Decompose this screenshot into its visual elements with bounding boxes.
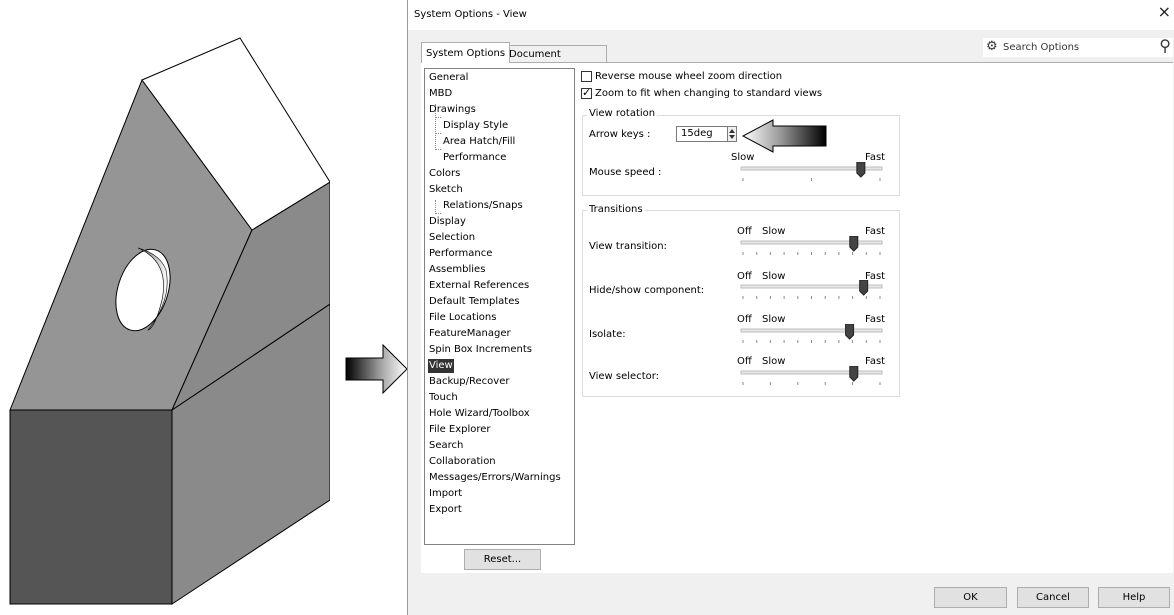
transitions-title: Transitions [587,204,645,216]
tab-system-options[interactable]: System Options [421,42,511,63]
reset-button[interactable]: Reset... [464,549,541,570]
hide-show-label: Hide/show component: [589,285,705,296]
slider-track [740,370,883,375]
slider-track [740,240,883,245]
spin-arrows-icon [729,129,735,139]
view-selector-slider[interactable] [739,365,884,388]
sidebar-item-sketch[interactable]: Sketch [429,183,463,197]
cancel-button[interactable]: Cancel [1017,587,1089,608]
gear-icon: ⚙ [986,39,998,54]
sidebar-item-export[interactable]: Export [429,503,462,517]
sidebar-item-assemblies[interactable]: Assemblies [429,263,485,277]
view-transition-slider[interactable] [739,235,884,258]
slider-thumb [859,279,869,296]
sidebar-item-mbd[interactable]: MBD [429,87,452,101]
dialog-title: System Options - View [414,9,527,20]
tree-connector [435,133,441,134]
checkmark-icon: ✓ [582,86,592,99]
zoom-to-fit-checkbox[interactable]: ✓ [581,86,592,99]
sidebar-item-drawings[interactable]: Drawings [429,103,476,117]
sidebar-item-performance[interactable]: Performance [429,247,492,261]
slider-graphic [740,161,883,181]
close-icon[interactable]: × [1158,4,1171,20]
view-transition-label: View transition: [589,241,667,252]
search-icon[interactable]: ⚲ [1159,36,1171,55]
isolate-slider[interactable] [739,323,884,346]
sidebar-item-backup-recover[interactable]: Backup/Recover [429,375,509,389]
title-bar: System Options - View × [408,0,1174,30]
slider-graphic [740,365,883,385]
isolate-label: Isolate: [589,329,626,340]
sidebar-item-import[interactable]: Import [429,487,462,501]
sidebar-item-hole-wizard[interactable]: Hole Wizard/Toolbox [429,407,530,421]
ok-button[interactable]: OK [934,587,1007,608]
sidebar-item-drawing-performance[interactable]: Performance [443,151,506,165]
arrow-keys-value: 15deg [681,128,713,139]
slider-thumb [849,365,859,382]
part-front-face [9,409,173,605]
tab-label: System Options [426,48,506,59]
view-selector-label: View selector: [589,371,660,382]
tree-connector [435,149,441,150]
sidebar-item-collaboration[interactable]: Collaboration [429,455,496,469]
sidebar-item-external-references[interactable]: External References [429,279,529,293]
sidebar-item-search[interactable]: Search [429,439,463,453]
zoom-to-fit-label: Zoom to fit when changing to standard vi… [595,88,823,99]
sidebar-item-view[interactable]: View [428,359,454,373]
slider-graphic [740,279,883,299]
sidebar-item-relations-snaps[interactable]: Relations/Snaps [443,199,523,213]
arrow-pointer-left-icon [345,344,408,394]
options-panel: General MBD Drawings Display Style Area … [421,62,1173,573]
arrow-keys-input[interactable]: 15deg [676,126,728,142]
reverse-zoom-checkbox[interactable] [581,71,592,82]
options-tree[interactable]: General MBD Drawings Display Style Area … [424,68,575,545]
sidebar-item-file-explorer[interactable]: File Explorer [429,423,491,437]
mouse-speed-label: Mouse speed : [589,167,662,178]
arrow-pointer-spin-icon [741,119,827,153]
sidebar-item-spin-box-increments[interactable]: Spin Box Increments [429,343,532,357]
search-input[interactable]: Search Options [1003,42,1079,53]
slider-graphic [740,323,883,343]
sidebar-item-display[interactable]: Display [429,215,466,229]
sidebar-item-display-style[interactable]: Display Style [443,119,508,133]
slider-graphic [740,235,883,255]
tree-connector [435,117,441,118]
slider-track [740,328,883,333]
tree-connector [435,213,441,214]
sidebar-item-touch[interactable]: Touch [429,391,458,405]
arrow-keys-spinner[interactable] [727,126,737,142]
reverse-zoom-label: Reverse mouse wheel zoom direction [595,71,783,82]
tab-document-properties[interactable]: Document Properties [504,45,607,77]
sidebar-item-file-locations[interactable]: File Locations [429,311,496,325]
mouse-speed-slider[interactable] [739,161,884,184]
arrow-keys-label: Arrow keys : [589,129,651,140]
sidebar-item-selection[interactable]: Selection [429,231,475,245]
view-rotation-title: View rotation [587,108,658,120]
slider-thumb [856,161,866,178]
help-button[interactable]: Help [1098,587,1170,608]
sidebar-item-default-templates[interactable]: Default Templates [429,295,520,309]
part-illustration [9,37,330,605]
sidebar-item-area-hatch[interactable]: Area Hatch/Fill [443,135,515,149]
slider-thumb [849,235,859,252]
search-options-box[interactable]: ⚙ Search Options ⚲ [983,36,1173,57]
system-options-dialog: System Options - View × System Options D… [407,0,1174,615]
tree-connector [435,200,436,214]
hide-show-slider[interactable] [739,279,884,302]
sidebar-item-featuremanager[interactable]: FeatureManager [429,327,511,341]
sidebar-item-colors[interactable]: Colors [429,167,460,181]
sidebar-item-general[interactable]: General [429,71,468,85]
slider-thumb [845,323,855,340]
sidebar-item-messages[interactable]: Messages/Errors/Warnings [429,471,561,485]
